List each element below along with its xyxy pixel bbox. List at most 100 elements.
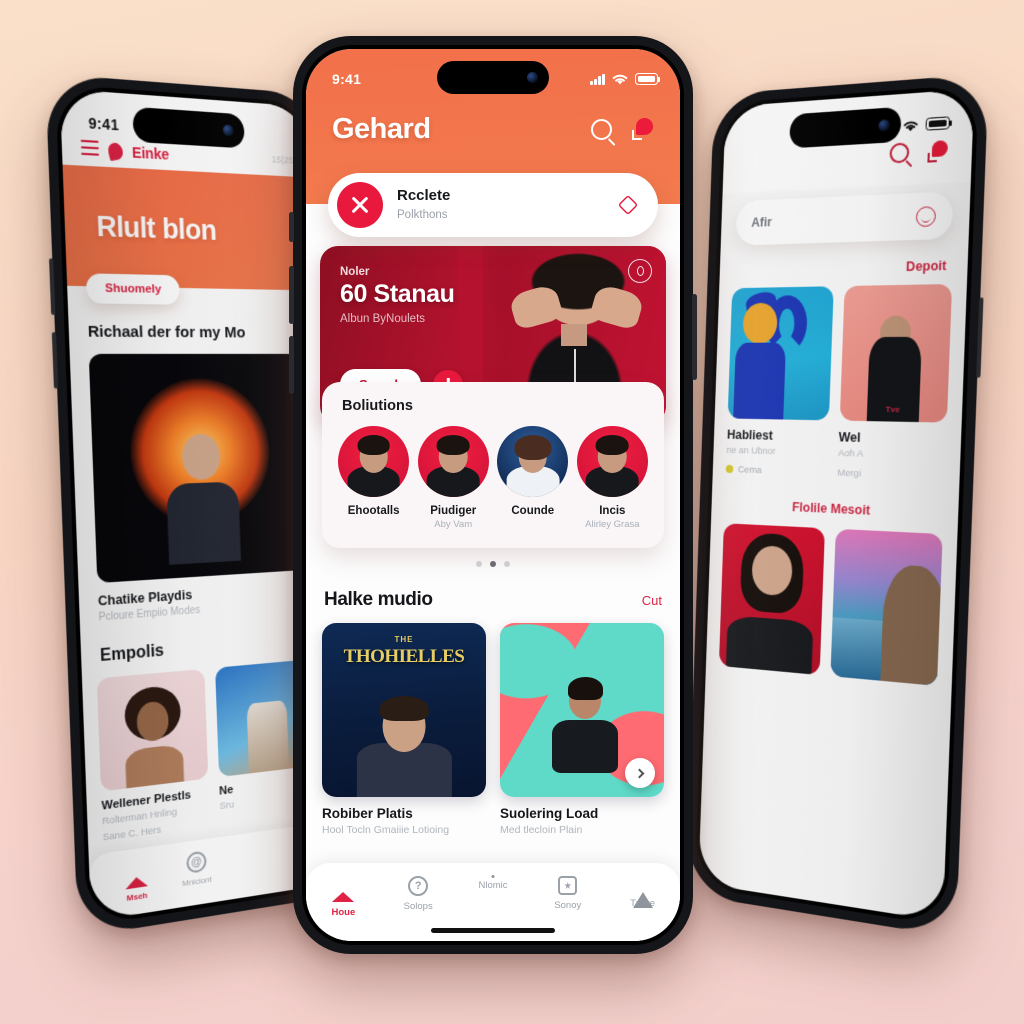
search-input[interactable]: Afir — [735, 191, 954, 246]
now-playing-pill-card[interactable]: Rcclete Polkthons — [328, 173, 658, 237]
tab-solops[interactable]: ? Solops — [383, 875, 454, 912]
battery-icon — [635, 73, 661, 85]
heart-logo-icon — [106, 141, 125, 161]
right-dynamic-island — [789, 106, 902, 149]
media-card-subtitle-2: Med tlecloin Plain — [500, 824, 583, 837]
left-banner-chip[interactable]: Shuomely — [85, 273, 181, 305]
hamburger-menu-icon[interactable] — [80, 139, 100, 160]
media-card-title-2: Suolering Load — [500, 806, 599, 822]
tab-label-1: Solops — [403, 901, 433, 912]
help-circle-icon: ? — [383, 876, 454, 896]
person-name-0: Ehootalls — [347, 505, 400, 518]
center-phone-screen: 9:41 Gehard Rcclete Polkthons Noler 60 S… — [306, 49, 680, 941]
avatar — [417, 426, 489, 498]
home-icon — [124, 857, 148, 890]
smiley-icon[interactable] — [915, 205, 937, 227]
right-card-artwork-4[interactable] — [829, 528, 943, 687]
pager-dot-1[interactable] — [490, 561, 496, 568]
at-circle-icon: @ — [186, 850, 207, 875]
hero-subtitle: Albun ByNoulets — [340, 313, 426, 325]
right-card-title-2: Wel — [838, 429, 861, 445]
status-dot-icon — [725, 465, 734, 474]
cellular-bars-icon — [590, 73, 605, 85]
power-button[interactable] — [976, 297, 984, 378]
media-card-title-1: Robiber Platis — [322, 806, 413, 822]
left-hero-banner[interactable]: Rlult blon Shuomely — [62, 164, 315, 305]
carousel-pager[interactable] — [306, 561, 680, 568]
hero-title: 60 Stanau — [340, 280, 455, 308]
pager-dot-2[interactable] — [504, 561, 510, 568]
pill-title: Rcclete — [397, 187, 451, 205]
front-camera-icon — [878, 119, 890, 132]
right-card-artwork-2: Tve — [839, 283, 953, 423]
front-camera-icon — [222, 124, 234, 137]
list-item[interactable]: Wellener Plestls Rolterman Hnling Sane C… — [96, 668, 210, 846]
power-button[interactable] — [692, 294, 697, 380]
list-item[interactable]: Tve Wel Aoh A Mergi — [837, 283, 953, 482]
person-name-2: Counde — [511, 505, 555, 518]
center-header-actions — [591, 117, 654, 142]
sidebar-item-mentions[interactable]: @ Mniciont — [181, 849, 212, 907]
volume-up-button[interactable] — [49, 258, 56, 315]
person-name-1: Piudiger — [430, 505, 477, 518]
media-section-title: Halke mudio — [324, 589, 433, 611]
search-icon[interactable] — [889, 142, 910, 164]
list-item[interactable]: Habliest ne an Ubnor Cema — [725, 286, 834, 478]
right-card-artwork-3[interactable] — [718, 522, 825, 676]
left-tab-label-0: Mseh — [126, 890, 148, 904]
center-phone-device: 9:41 Gehard Rcclete Polkthons Noler 60 S… — [289, 36, 697, 954]
home-indicator[interactable] — [431, 928, 555, 933]
sparkle-icon[interactable] — [618, 195, 638, 215]
list-item[interactable]: Counde — [497, 426, 569, 530]
list-item[interactable]: Incis Alirley Grasa — [576, 426, 648, 530]
right-top-link[interactable]: Depoit — [720, 258, 947, 278]
left-featured-tile[interactable] — [88, 353, 309, 584]
chevron-right-icon[interactable] — [625, 758, 655, 789]
pager-dot-0[interactable] — [476, 561, 482, 568]
list-item[interactable]: Piudiger Aby Vam — [417, 426, 489, 530]
left-section-one-title: Richaal der for my Mo — [87, 322, 246, 342]
tab-nlomic[interactable]: Nlomic — [457, 875, 528, 891]
tab-label-0: Houe — [331, 907, 356, 918]
pill-text-block: Rcclete Polkthons — [397, 187, 604, 222]
artwork-title-label: THOHIELLES — [343, 645, 465, 667]
volume-down-button[interactable] — [289, 336, 294, 394]
left-header-meta: 15|25 — [271, 154, 294, 167]
left-tab-label-1: Mniciont — [182, 874, 212, 889]
sidebar-item-home[interactable]: Mseh — [124, 857, 149, 916]
front-camera-icon — [527, 72, 538, 83]
tab-tnore[interactable]: Tnore — [607, 875, 678, 909]
close-x-avatar-icon[interactable] — [337, 182, 383, 228]
tab-home[interactable]: Houe — [307, 875, 379, 918]
people-section-heading: Boliutions — [342, 398, 413, 414]
pill-subtitle: Polkthons — [397, 209, 448, 222]
right-card-grid: Habliest ne an Ubnor Cema Tve Wel Aoh A … — [725, 283, 953, 482]
notification-bell-icon[interactable] — [925, 140, 949, 165]
avatar — [497, 426, 569, 498]
triangle-icon — [632, 875, 653, 908]
people-row: Ehootalls Piudiger Aby Vam Counde Incis … — [334, 426, 652, 530]
list-item[interactable]: THE THOHIELLES Robiber Platis Hool Tocln… — [322, 623, 486, 836]
list-item[interactable]: Suolering Load Med tlecloin Plain — [500, 623, 664, 836]
list-item[interactable]: Ehootalls — [338, 426, 410, 530]
mute-switch[interactable] — [289, 212, 294, 242]
center-dynamic-island — [437, 61, 549, 94]
media-section-link[interactable]: Cut — [642, 593, 662, 608]
volume-up-button[interactable] — [289, 266, 294, 324]
left-banner-title: Rlult blon — [95, 209, 217, 246]
left-card-artwork-1 — [96, 668, 208, 791]
avatar — [576, 426, 648, 498]
notification-bell-icon[interactable] — [630, 117, 654, 142]
record-badge-icon[interactable] — [628, 259, 652, 283]
people-carousel-card: Boliutions Ehootalls Piudiger Aby Vam Co… — [322, 382, 664, 549]
center-scroll-body[interactable]: Noler 60 Stanau Albun ByNoulets Search B… — [306, 204, 680, 941]
hero-text-block: Noler 60 Stanau Albun ByNoulets — [340, 266, 455, 325]
wifi-icon — [902, 118, 920, 131]
right-mid-link[interactable]: Flolile Mesoit — [711, 496, 958, 521]
right-card-grid-2 — [718, 522, 943, 687]
search-icon[interactable] — [591, 119, 612, 140]
volume-down-button[interactable] — [51, 332, 59, 389]
tab-sonoy[interactable]: Sonoy — [532, 875, 603, 911]
media-card-subtitle-1: Hool Tocln Gmaiiie Lotioing — [322, 824, 450, 837]
snowflake-box-icon — [532, 876, 603, 895]
